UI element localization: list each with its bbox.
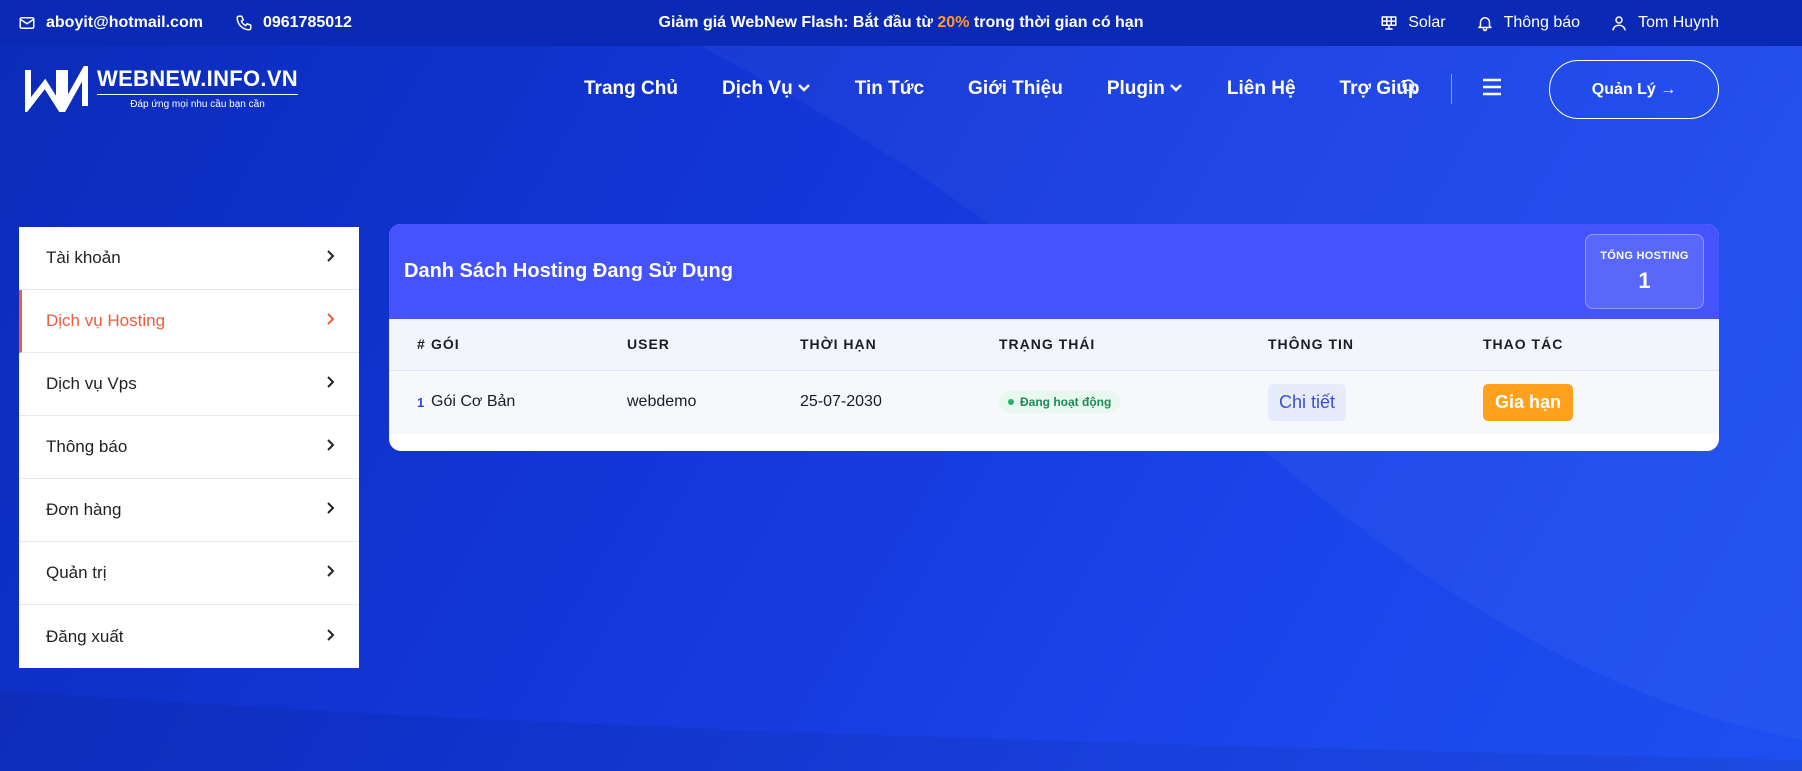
sidebar-item-orders[interactable]: Đơn hàng (19, 479, 359, 542)
user-name: Tom Huynh (1638, 14, 1719, 31)
chevron-right-icon (323, 374, 337, 394)
status-badge: Đang hoạt động (999, 391, 1121, 414)
card-header: Danh Sách Hosting Đang Sử Dụng TỔNG HOST… (389, 224, 1719, 319)
logo-mark (25, 58, 89, 118)
main-header: WEBNEW.INFO.VN Đáp ứng mọi nhu cầu bạn c… (0, 46, 1802, 132)
chevron-down-icon (797, 78, 811, 100)
theme-switch[interactable]: Solar (1380, 14, 1446, 32)
email-contact[interactable]: aboyit@hotmail.com (18, 14, 203, 32)
total-hosting-label: TỔNG HOSTING (1600, 249, 1689, 262)
sidebar-item-label: Dịch vụ Vps (46, 374, 137, 393)
search-icon[interactable] (1400, 77, 1419, 101)
phone-icon (235, 14, 253, 32)
nav-item-contact[interactable]: Liên Hệ (1227, 78, 1296, 100)
promo-highlight: 20% (937, 14, 970, 31)
site-logo[interactable]: WEBNEW.INFO.VN Đáp ứng mọi nhu cầu bạn c… (25, 58, 298, 118)
total-hosting-value: 1 (1638, 267, 1651, 293)
nav-item-about[interactable]: Giới Thiệu (968, 78, 1063, 100)
nav-item-home[interactable]: Trang Chủ (584, 78, 678, 100)
phone-text: 0961785012 (262, 14, 352, 31)
chevron-right-icon (323, 311, 337, 331)
status-text: Đang hoạt động (1020, 395, 1112, 410)
table-row: 1 Gói Cơ Bản webdemo 25-07-2030 Đang hoạ… (389, 370, 1719, 434)
sidebar-item-label: Thông báo (46, 437, 128, 456)
nav-label: Trang Chủ (584, 78, 678, 99)
top-bar: aboyit@hotmail.com 0961785012 Giảm giá W… (0, 0, 1802, 46)
chevron-right-icon (323, 248, 337, 268)
column-header-info: THÔNG TIN (1268, 319, 1483, 371)
row-package: Gói Cơ Bản (431, 393, 516, 411)
row-action-cell: Gia hạn (1483, 370, 1719, 434)
chevron-right-icon (323, 627, 337, 647)
chevron-right-icon (323, 500, 337, 520)
sidebar-item-notifications[interactable]: Thông báo (19, 416, 359, 479)
detail-button[interactable]: Chi tiết (1268, 383, 1347, 421)
card-title: Danh Sách Hosting Đang Sử Dụng (404, 260, 733, 282)
total-hosting-box: TỔNG HOSTING 1 (1585, 234, 1704, 309)
logo-tagline: Đáp ứng mọi nhu cầu bạn cần (130, 99, 265, 110)
nav-divider (1451, 74, 1452, 104)
nav-label: Giới Thiệu (968, 78, 1063, 99)
column-header-number: # (389, 319, 431, 371)
chevron-right-icon (323, 563, 337, 583)
email-text: aboyit@hotmail.com (46, 14, 203, 31)
sidebar-item-hosting[interactable]: Dịch vụ Hosting (19, 290, 359, 353)
nav-label: Plugin (1106, 78, 1165, 99)
hamburger-menu-icon[interactable] (1482, 78, 1502, 101)
sidebar-item-label: Quản trị (46, 563, 107, 582)
manage-button[interactable]: Quản Lý → (1549, 60, 1719, 119)
column-header-expiry: THỜI HẠN (800, 319, 999, 371)
nav-label: Tin Tức (854, 78, 925, 99)
row-user: webdemo (627, 393, 697, 411)
sidebar-item-vps[interactable]: Dịch vụ Vps (19, 353, 359, 416)
column-header-package: GÓI (431, 319, 627, 371)
row-number: 1 (417, 394, 425, 410)
user-icon (1610, 14, 1628, 32)
account-sidebar: Tài khoản Dịch vụ Hosting Dịch vụ Vps Th… (19, 227, 359, 668)
column-header-status: TRẠNG THÁI (999, 319, 1268, 371)
renew-button[interactable]: Gia hạn (1483, 383, 1574, 421)
sidebar-item-logout[interactable]: Đăng xuất (19, 605, 359, 668)
phone-contact[interactable]: 0961785012 (235, 14, 352, 32)
theme-label: Solar (1408, 14, 1446, 31)
table-header-row: # GÓI USER THỜI HẠN TRẠNG THÁI THÔNG TIN… (389, 319, 1719, 371)
nav-label: Dịch Vụ (721, 78, 793, 99)
notifications-label: Thông báo (1503, 14, 1581, 31)
sidebar-item-admin[interactable]: Quản trị (19, 542, 359, 605)
mail-icon (18, 14, 36, 32)
row-status-cell: Đang hoạt động (999, 370, 1268, 434)
sidebar-item-label: Tài khoản (46, 248, 121, 267)
sidebar-item-label: Dịch vụ Hosting (46, 311, 166, 330)
logo-title: WEBNEW.INFO.VN (97, 66, 298, 95)
notifications-link[interactable]: Thông báo (1476, 14, 1581, 32)
nav-item-plugin[interactable]: Plugin (1107, 78, 1183, 100)
sidebar-item-label: Đơn hàng (46, 500, 122, 519)
sidebar-item-label: Đăng xuất (46, 626, 124, 646)
chevron-right-icon (323, 437, 337, 457)
status-dot-icon (1008, 399, 1014, 406)
row-expiry: 25-07-2030 (800, 393, 882, 411)
column-header-action: THAO TÁC (1483, 319, 1719, 371)
nav-item-services[interactable]: Dịch Vụ (722, 78, 811, 100)
nav-label: Liên Hệ (1226, 78, 1296, 99)
column-header-user: USER (627, 319, 800, 371)
manage-button-label: Quản Lý → (1591, 80, 1677, 98)
nav-item-news[interactable]: Tin Tức (855, 78, 924, 100)
promo-text-before: Giảm giá WebNew Flash: Bắt đầu từ (658, 14, 933, 31)
user-menu[interactable]: Tom Huynh (1610, 14, 1719, 32)
sidebar-item-account[interactable]: Tài khoản (19, 227, 359, 290)
promo-text-after: trong thời gian có hạn (973, 14, 1144, 31)
solar-panel-icon (1380, 14, 1398, 32)
hosting-table: # GÓI USER THỜI HẠN TRẠNG THÁI THÔNG TIN… (389, 319, 1719, 434)
hosting-list-card: Danh Sách Hosting Đang Sử Dụng TỔNG HOST… (389, 224, 1719, 451)
row-info-cell: Chi tiết (1268, 370, 1483, 434)
main-nav: Trang Chủ Dịch Vụ Tin Tức Giới Thiệu Plu… (584, 46, 1420, 132)
chevron-down-icon (1169, 78, 1183, 100)
bell-icon (1476, 14, 1494, 32)
